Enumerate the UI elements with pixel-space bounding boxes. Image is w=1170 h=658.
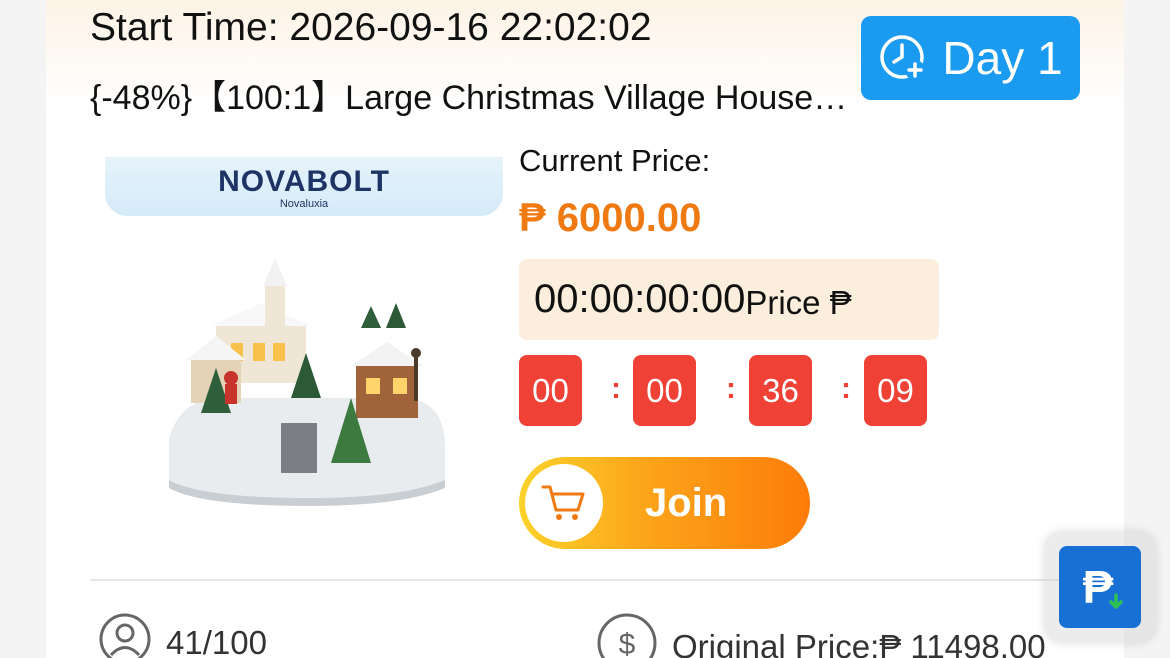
svg-text:$: $ (619, 628, 636, 658)
svg-text:₱: ₱ (1083, 561, 1114, 613)
timer-separator: : (611, 372, 621, 405)
auction-card: Start Time: 2026-09-16 22:02:02 {-48%}【1… (46, 0, 1124, 658)
participants-info: 41/100 (98, 612, 267, 658)
join-button[interactable]: Join (519, 457, 810, 549)
timer-hours: 00 (633, 355, 696, 426)
countdown-price-label: Price ₱ (745, 283, 852, 321)
start-time: Start Time: 2026-09-16 22:02:02 (90, 6, 652, 49)
timer-seconds: 09 (864, 355, 927, 426)
countdown-value: 00:00:00:00 (534, 277, 746, 321)
original-price: Original Price:₱ 11498.00 (672, 628, 1046, 658)
product-title[interactable]: {-48%}【100:1】Large Christmas Village Hou… (90, 70, 855, 119)
original-price-info: $ Original Price:₱ 11498.00 (596, 612, 1046, 658)
divider (90, 579, 1080, 581)
product-image[interactable] (161, 248, 449, 534)
brand-subname: Novaluxia (279, 198, 329, 210)
brand-banner: NOVABOLT Novaluxia (105, 157, 503, 216)
participants-count: 41/100 (166, 624, 267, 658)
clock-plus-icon (878, 33, 928, 83)
peso-currency-icon: ₱ (1059, 546, 1141, 628)
join-label: Join (645, 480, 728, 525)
cart-icon (525, 464, 603, 542)
timer-minutes: 36 (749, 355, 812, 426)
current-price-value: ₱ 6000.00 (519, 196, 702, 240)
day-badge: Day 1 (861, 16, 1080, 100)
timer-separator: : (841, 372, 851, 405)
user-icon (98, 612, 152, 658)
day-badge-label: Day 1 (942, 32, 1063, 84)
timer-separator: : (726, 372, 736, 405)
countdown-box: 00:00:00:00 Price ₱ (519, 259, 939, 340)
floating-currency-button[interactable]: ₱ (1044, 531, 1156, 643)
current-price-label: Current Price: (519, 143, 711, 178)
timer-days: 00 (519, 355, 582, 426)
dollar-coin-icon: $ (596, 612, 658, 658)
brand-name: NOVABOLT (218, 165, 390, 198)
